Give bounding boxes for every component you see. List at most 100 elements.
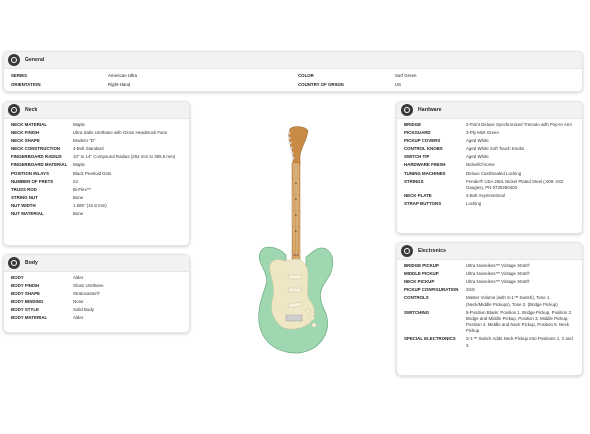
spec-value: Bone: [73, 194, 84, 200]
neck-card: Neck NECK MATERIAL Maple NECK FINISH Ultra …: [3, 101, 190, 246]
spec-row: MIDDLE PICKUP Ultra Noiseless™ Vintage St…: [404, 271, 575, 277]
spec-row: BRIDGE 2-Point Deluxe Synchronized Tremol…: [404, 122, 575, 128]
spec-value: Nickel/Chrome: [466, 162, 495, 168]
electronics-header: Electronics: [397, 243, 582, 260]
spec-value: Maple: [73, 162, 85, 168]
spec-row: SWITCH TIP Aged White: [404, 154, 575, 160]
spec-row: PICKGUARD 3-Ply Mint Green: [404, 130, 575, 136]
spec-value: 5-Position Blade: Position 1. Bridge Pic…: [466, 309, 573, 334]
spec-row: SPECIAL ELECTRONICS S-1™ Switch Adds Neck…: [404, 336, 575, 348]
hardware-icon: [401, 104, 413, 116]
spec-value: Fender® USA 250L Nickel Plated Steel (.0…: [466, 178, 564, 190]
spec-row: NECK PLATE 4-Bolt Asymmetrical: [404, 193, 575, 199]
spec-row: PICKUP CONFIGURATION SSS: [404, 287, 575, 293]
spec-value: Aged White: [466, 154, 489, 160]
spec-key: STRAP BUTTONS: [404, 201, 442, 207]
neck-title: Neck: [25, 107, 38, 113]
neck-header: Neck: [4, 102, 189, 119]
spec-row: HARDWARE FINISH Nickel/Chrome: [404, 162, 575, 168]
spec-row: NUT WIDTH 1.685" (42.8 mm): [11, 203, 182, 209]
spec-row: CONTROLS Master Volume (with S-1™ Switch)…: [404, 295, 575, 307]
spec-row: FINGERBOARD MATERIAL Maple: [11, 162, 182, 168]
general-card: General SERIES American Ultra COLOR Surf…: [3, 51, 583, 92]
spec-value: Ultra Noiseless™ Vintage Strat®: [466, 263, 530, 268]
spec-row: NECK MATERIAL Maple: [11, 122, 182, 128]
spec-value: Black Pearloid Dots: [73, 170, 112, 176]
spec-key: COUNTRY OF ORIGIN: [298, 81, 344, 87]
spec-row: NECK PICKUP Ultra Noiseless™ Vintage Stra…: [404, 279, 575, 285]
electronics-icon: [401, 245, 413, 257]
guitar-image: [258, 126, 334, 354]
spec-row: POSITION INLAYS Black Pearloid Dots: [11, 171, 182, 177]
spec-key: COLOR: [298, 73, 314, 78]
spec-value: 22: [73, 178, 78, 184]
spec-row: STRAP BUTTONS Locking: [404, 201, 575, 207]
neck-specs: NECK MATERIAL Maple NECK FINISH Ultra Satin…: [4, 119, 189, 222]
spec-value: Maple: [73, 122, 85, 127]
spec-value: American Ultra: [108, 73, 138, 78]
spec-value: Gloss Urethane: [73, 283, 104, 289]
electronics-specs: BRIDGE PICKUP Ultra Noiseless™ Vintage St…: [397, 260, 582, 354]
hardware-specs: BRIDGE 2-Point Deluxe Synchronized Tremol…: [397, 119, 582, 212]
hardware-title: Hardware: [418, 107, 442, 113]
spec-key: BRIDGE PICKUP: [404, 263, 439, 268]
spec-key: BODY FINISH: [11, 283, 40, 289]
spec-value: Modern "D": [73, 138, 96, 144]
hardware-header: Hardware: [397, 102, 582, 119]
spec-row: BODY SHAPE Stratocaster®: [11, 291, 182, 297]
spec-row: BRIDGE PICKUP Ultra Noiseless™ Vintage St…: [404, 263, 575, 269]
spec-key: HARDWARE FINISH: [404, 162, 446, 168]
spec-value: 1.685" (42.8 mm): [73, 202, 107, 208]
spec-key: BODY STYLE: [11, 307, 39, 313]
spec-value: Deluxe Cast/Sealed Locking: [466, 170, 522, 176]
spec-key: MIDDLE PICKUP: [404, 271, 439, 277]
spec-key: NECK PICKUP: [404, 279, 435, 285]
spec-row: NECK SHAPE Modern "D": [11, 138, 182, 144]
headstock: [288, 126, 309, 166]
spec-value: Master Volume (with S-1™ Switch), Tone 1…: [466, 295, 558, 307]
electronics-title: Electronics: [418, 248, 447, 254]
spec-key: PICKUP COVERS: [404, 138, 441, 144]
spec-row: BODY BINDING None: [11, 299, 182, 305]
spec-key: CONTROLS: [404, 295, 429, 301]
spec-key: BODY MATERIAL: [11, 315, 48, 321]
electronics-card: Electronics BRIDGE PICKUP Ultra Noiseless…: [396, 242, 583, 376]
spec-value: Ultra Noiseless™ Vintage Strat®: [466, 271, 530, 277]
spec-key: BODY BINDING: [11, 299, 44, 305]
spec-value: Ultra Satin Urethane with Gloss Headstoc…: [73, 130, 168, 136]
spec-value: Ultra Noiseless™ Vintage Strat®: [466, 279, 530, 285]
spec-value: Aged White: [466, 138, 489, 144]
spec-key: FINGERBOARD RADIUS: [11, 154, 62, 160]
neck-icon: [8, 104, 20, 116]
general-specs: SERIES American Ultra COLOR Surf Green O…: [4, 69, 582, 91]
spec-value: 3-Ply Mint Green: [466, 130, 499, 136]
spec-value: SSS: [466, 287, 475, 293]
spec-value: US: [395, 81, 402, 87]
general-header: General: [4, 52, 582, 69]
body-specs: BODY Alder BODY FINISH Gloss Urethane BODY S…: [4, 272, 189, 327]
spec-row: TUNING MACHINES Deluxe Cast/Sealed Lockin…: [404, 171, 575, 177]
spec-key: NECK PLATE: [404, 192, 432, 198]
spec-value: Solid Body: [73, 307, 94, 313]
spec-row: SWITCHING 5-Position Blade: Position 1. B…: [404, 310, 575, 335]
spec-row: NECK FINISH Ultra Satin Urethane with Glo…: [11, 130, 182, 136]
gear-icon: [8, 54, 20, 66]
spec-key: STRING NUT: [11, 194, 38, 200]
spec-value: Stratocaster®: [73, 291, 100, 297]
spec-row: CONTROL KNOBS Aged White Soft Touch Knobs: [404, 146, 575, 152]
spec-key: PICKGUARD: [404, 130, 431, 136]
body-card: Body BODY Alder BODY FINISH Gloss Urethane B…: [3, 254, 190, 333]
spec-value: Surf Green: [395, 73, 417, 78]
spec-value: None: [73, 299, 84, 305]
spec-key: SWITCH TIP: [404, 154, 430, 160]
spec-row: STRINGS Fender® USA 250L Nickel Plated St…: [404, 179, 575, 191]
spec-key: FINGERBOARD MATERIAL: [11, 162, 68, 168]
spec-row: BODY STYLE Solid Body: [11, 307, 182, 313]
spec-row: STRING NUT Bone: [11, 195, 182, 201]
spec-key: PICKUP CONFIGURATION: [404, 287, 459, 293]
spec-key: NECK SHAPE: [11, 138, 40, 144]
spec-value: Locking: [466, 201, 482, 207]
body-header: Body: [4, 255, 189, 272]
spec-key: NECK MATERIAL: [11, 122, 48, 127]
spec-row: NUMBER OF FRETS 22: [11, 179, 182, 185]
